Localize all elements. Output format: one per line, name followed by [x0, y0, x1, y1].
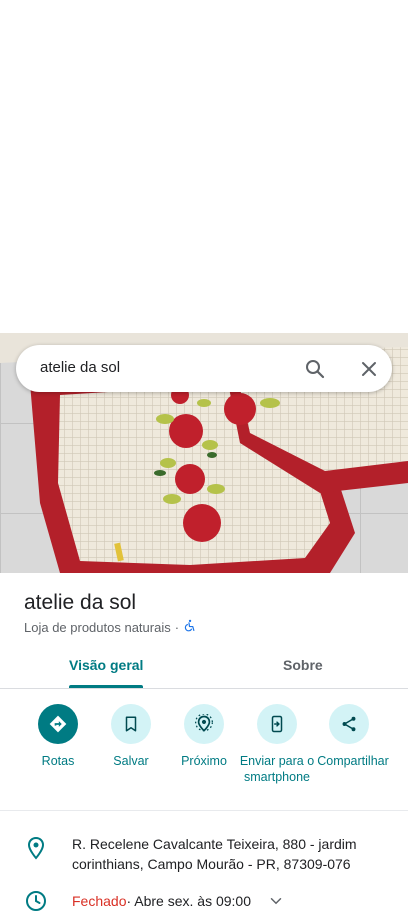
save-label: Salvar	[113, 754, 149, 768]
close-icon[interactable]	[357, 357, 381, 381]
location-pin-icon	[24, 836, 48, 860]
search-bar[interactable]: atelie da sol	[16, 345, 392, 392]
directions-label: Rotas	[41, 754, 75, 768]
hours-status: Fechado	[72, 893, 127, 909]
directions-button[interactable]: Rotas	[18, 704, 98, 769]
section-divider	[0, 810, 408, 811]
share-icon	[329, 704, 369, 744]
map-area[interactable]	[0, 0, 408, 333]
tab-overview[interactable]: Visão geral	[69, 657, 143, 673]
bookmark-icon	[111, 704, 151, 744]
nearby-icon	[184, 704, 224, 744]
place-category[interactable]: Loja de produtos naturais	[24, 620, 171, 635]
search-icon[interactable]	[303, 357, 327, 381]
separator: ·	[174, 619, 180, 635]
wheelchair-icon[interactable]	[183, 619, 196, 635]
directions-icon	[38, 704, 78, 744]
share-button[interactable]: Compartilhar	[309, 704, 389, 769]
send-to-phone-label: Enviar para o smartphone	[239, 754, 315, 784]
opening-hours[interactable]: Fechado · Abre sex. às 09:00	[72, 892, 285, 910]
send-to-phone-button[interactable]: Enviar para o smartphone	[237, 704, 317, 785]
place-subtitle: Loja de produtos naturais ·	[24, 619, 196, 635]
nearby-label: Próximo	[181, 754, 227, 768]
search-query[interactable]: atelie da sol	[40, 359, 120, 376]
share-label: Compartilhar	[317, 754, 389, 768]
nearby-button[interactable]: Próximo	[164, 704, 244, 769]
place-name: atelie da sol	[24, 591, 137, 614]
hours-detail: · Abre sex. às 09:00	[126, 893, 252, 909]
clock-icon	[24, 889, 48, 913]
save-button[interactable]: Salvar	[91, 704, 171, 769]
tab-about[interactable]: Sobre	[283, 657, 323, 673]
address[interactable]: R. Recelene Cavalcante Teixeira, 880 - j…	[72, 834, 382, 874]
tab-divider	[0, 688, 408, 689]
send-to-phone-icon	[257, 704, 297, 744]
chevron-down-icon[interactable]	[267, 892, 285, 910]
